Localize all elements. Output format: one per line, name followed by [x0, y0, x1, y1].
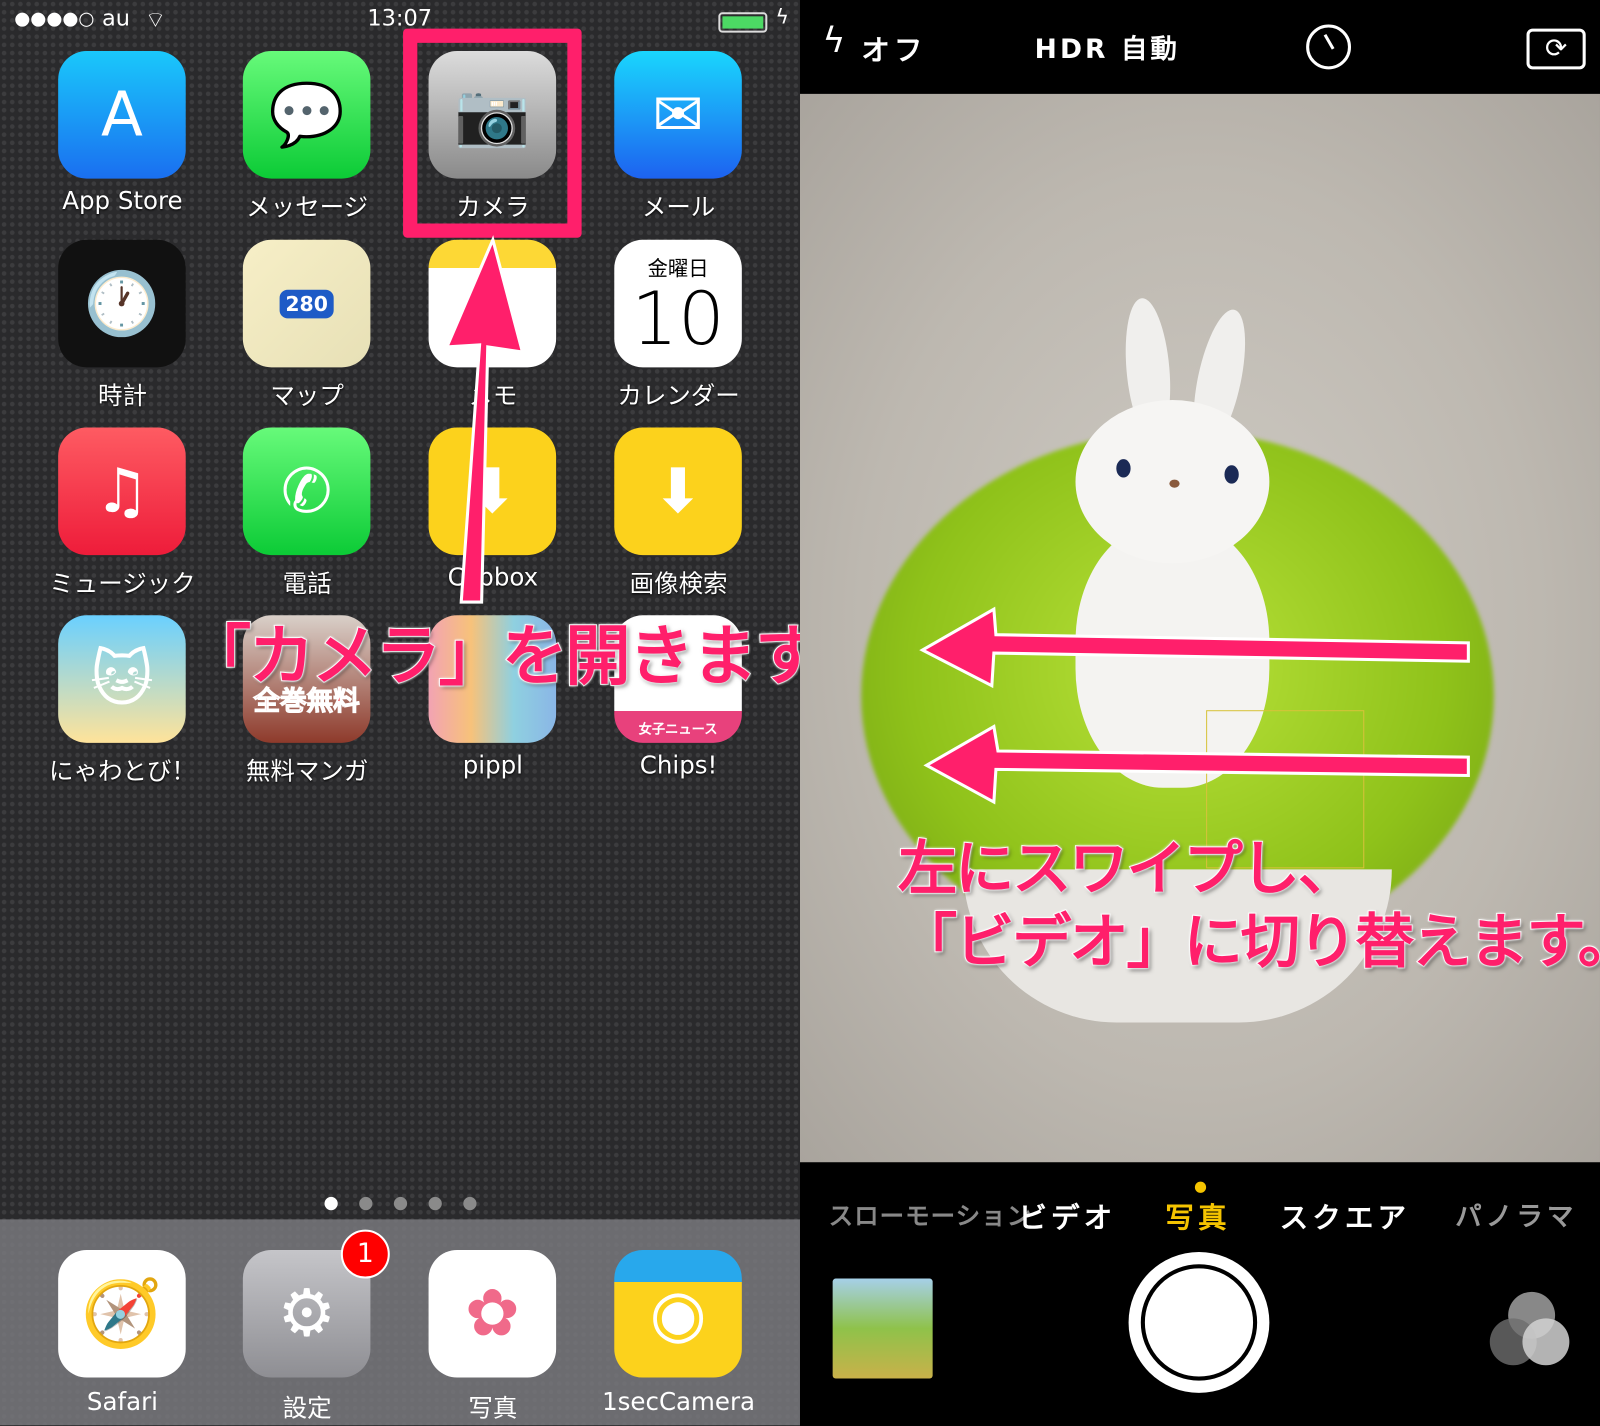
dock-label: 1secCamera: [602, 1387, 756, 1417]
timer-icon[interactable]: [1306, 24, 1352, 70]
photos-icon-glyph: ✿: [464, 1276, 520, 1352]
notification-badge: 1: [340, 1229, 390, 1279]
arrow-left-icon: [919, 606, 1470, 805]
page-dot[interactable]: [359, 1196, 373, 1211]
1sec-camera-icon-glyph: ◉: [649, 1276, 707, 1352]
viewfinder[interactable]: 左にスワイプし、 「ビデオ」に切り替えます。: [799, 93, 1600, 1163]
photos-icon[interactable]: ✿: [428, 1249, 557, 1378]
safari-icon[interactable]: 🧭: [58, 1249, 186, 1378]
icon-banner: 女子ニュース: [638, 722, 718, 738]
filters-icon[interactable]: [1489, 1291, 1572, 1369]
page-dot[interactable]: [463, 1196, 477, 1211]
mode-photo[interactable]: 写真: [1165, 1196, 1230, 1237]
active-mode-dot: [1194, 1181, 1207, 1193]
last-photo-thumbnail[interactable]: [832, 1278, 933, 1379]
flash-toggle[interactable]: オフ: [861, 29, 926, 70]
page-dot[interactable]: [324, 1196, 338, 1211]
app-label: Chips!: [639, 751, 718, 780]
mode-video[interactable]: ビデオ: [1018, 1196, 1116, 1237]
mode-panorama[interactable]: パノラマ: [1455, 1196, 1577, 1234]
flash-icon[interactable]: ϟ: [822, 20, 845, 61]
switch-camera-icon[interactable]: ⟳: [1526, 28, 1586, 70]
home-screen: ●●●●○ au ⌔ 13:07 ϟ A App Store 💬 メッセージ 📷 カメラ ✉…: [0, 0, 878, 1426]
mode-slomo[interactable]: スローモーション: [829, 1196, 1033, 1232]
mode-square[interactable]: スクエア: [1280, 1196, 1411, 1237]
shutter-button[interactable]: [1128, 1252, 1270, 1393]
safari-icon-glyph: 🧭: [81, 1276, 163, 1353]
annotation-swipe-line2: 「ビデオ」に切り替えます。: [897, 906, 1600, 977]
app-label: pippl: [462, 751, 523, 780]
page-dot[interactable]: [393, 1196, 408, 1211]
annotation-open-camera: 「カメラ」を開きます。: [185, 618, 878, 696]
dock-label: 設定: [282, 1393, 332, 1423]
dock-label: 写真: [468, 1393, 518, 1423]
app-label: 無料マンガ: [245, 757, 369, 786]
page-dot[interactable]: [428, 1196, 442, 1211]
dock-label: Safari: [86, 1387, 158, 1417]
1sec-camera-icon[interactable]: ◉: [614, 1249, 742, 1378]
app-label: にゃわとび！: [48, 757, 196, 786]
camera-app: ϟ オフ HDR 自動 ⟳ 左にスワイプし、 「ビデオ」に切り替えます。 スロー…: [799, 0, 1600, 1426]
hdr-toggle[interactable]: HDR 自動: [1035, 29, 1180, 67]
settings-icon-glyph: ⚙: [277, 1276, 336, 1352]
